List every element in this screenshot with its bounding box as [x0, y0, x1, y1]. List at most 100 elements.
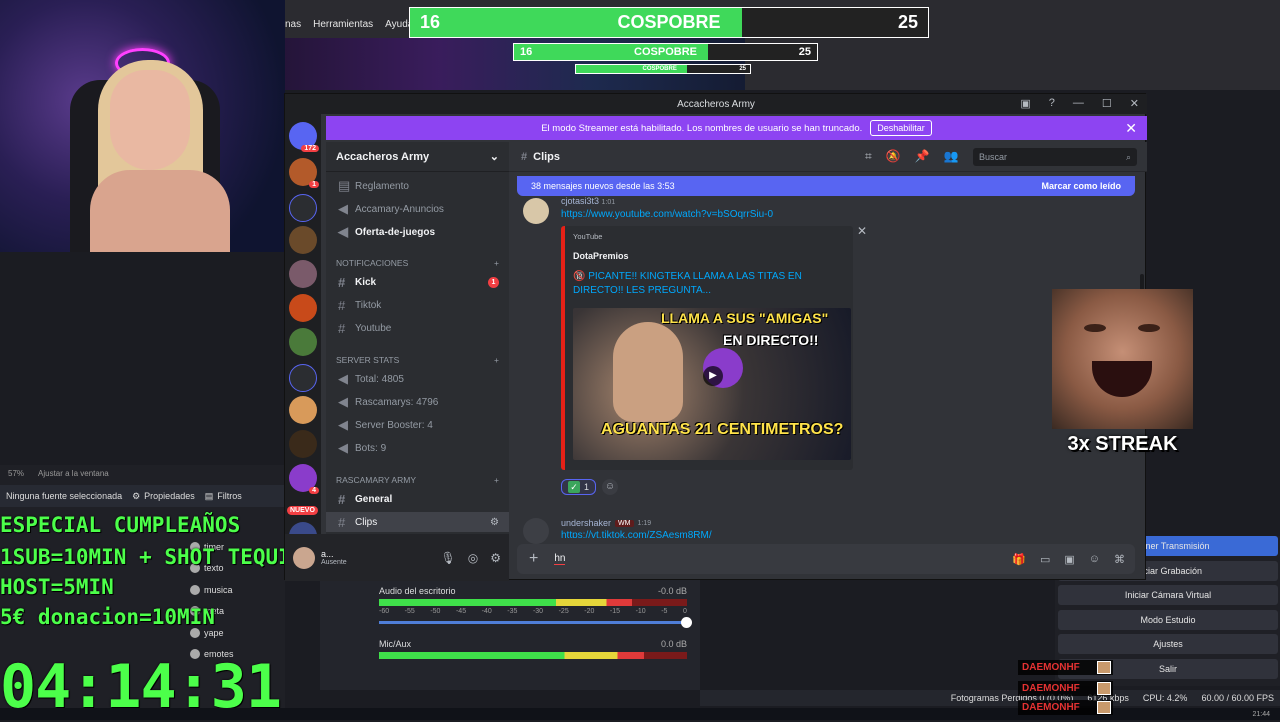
voice-stat-boosters[interactable]: ◀ Server Booster: 4 [326, 415, 509, 435]
webcam-feed [0, 0, 285, 252]
desktop-volume-slider[interactable] [379, 617, 692, 628]
cospobre-bar: 16 COSPOBRE 25 [409, 7, 929, 38]
mark-read-button[interactable]: Marcar como leído [1041, 181, 1121, 191]
streamer-mode-banner: El modo Streamer está habilitado. Los no… [326, 116, 1147, 140]
plus-icon[interactable]: + [494, 475, 499, 485]
promo-line-4: 5€ donacion=10MIN [0, 605, 215, 629]
category-rascamary-army[interactable]: RASCAMARY ARMY + [326, 472, 509, 488]
menu-item-tools[interactable]: Herramientas [313, 19, 373, 30]
avatar[interactable] [523, 198, 549, 224]
follower-alert: DAEMONHF [1018, 700, 1113, 715]
unread-badge: 4 [309, 487, 319, 494]
folder-icon[interactable] [289, 364, 317, 392]
close-icon[interactable]: ✕ [1130, 97, 1139, 110]
embed-title[interactable]: 🔞 PICANTE!! KINGTEKA LLAMA A LAS TITAS E… [573, 270, 843, 298]
server-icon[interactable] [289, 328, 317, 356]
banner-text: El modo Streamer está habilitado. Los no… [541, 122, 863, 134]
folder-icon[interactable] [289, 194, 317, 222]
bell-icon[interactable]: 🔕 [886, 149, 901, 164]
channel-anuncios[interactable]: ◀ Accamary-Anuncios [326, 199, 509, 219]
close-icon[interactable]: ✕ [857, 224, 867, 238]
add-reaction-icon[interactable]: ☺ [602, 479, 619, 495]
pin-icon[interactable]: 📌 [915, 149, 930, 164]
server-header[interactable]: Accacheros Army ⌄ [326, 142, 509, 172]
embed-author[interactable]: DotaPremios [573, 251, 629, 261]
help-icon[interactable]: ? [1049, 97, 1055, 110]
reaction-checkmark[interactable]: ✓ 1 [561, 479, 597, 495]
threads-icon[interactable]: ⌗ [865, 149, 872, 164]
sticker-icon[interactable]: ▣ [1064, 553, 1074, 566]
voice-stat-bots[interactable]: ◀ Bots: 9 [326, 438, 509, 458]
gift-icon[interactable]: 🎁 [1012, 553, 1026, 566]
server-icon[interactable] [289, 430, 317, 458]
message-link[interactable]: https://www.youtube.com/watch?v=bSOqrrSi… [561, 209, 773, 220]
upload-plus-icon[interactable]: + [529, 550, 538, 568]
menu-item[interactable]: nas [285, 19, 301, 30]
video-thumbnail[interactable]: ▶ LLAMA A SUS "AMIGAS" EN DIRECTO!! AGUA… [573, 308, 851, 460]
maximize-icon[interactable]: ☐ [1102, 97, 1112, 110]
new-messages-bar[interactable]: 38 mensajes nuevos desde las 3:53 Marcar… [517, 176, 1135, 196]
voice-stat-total[interactable]: ◀ Total: 4805 [326, 369, 509, 389]
microphone-icon[interactable]: 🎙 [441, 551, 456, 565]
play-icon[interactable]: ▶ [703, 366, 723, 386]
channel-kick[interactable]: # Kick 1 [326, 272, 509, 292]
cospobre-bar-echo-small: COSPOBRE 25 [575, 64, 751, 74]
channel-ofertas[interactable]: ◀ Oferta-de-juegos [326, 222, 509, 242]
slider-knob[interactable] [681, 617, 692, 628]
message-composer[interactable]: + hn 🎁 ▭ ▣ ☺ ⌘ [517, 544, 1135, 574]
home-icon[interactable]: 172 [289, 122, 319, 152]
properties-label: Propiedades [144, 491, 195, 501]
user-status: Ausente [321, 559, 347, 566]
voice-stat-members[interactable]: ◀ Rascamarys: 4796 [326, 392, 509, 412]
server-icon[interactable] [289, 294, 317, 322]
server-icon[interactable] [289, 226, 317, 254]
inbox-icon[interactable]: ▣ [1020, 97, 1030, 110]
message-input[interactable]: hn [554, 553, 566, 565]
avatar[interactable] [523, 518, 549, 544]
members-icon[interactable]: 👥 [944, 149, 959, 164]
streak-label: 3x STREAK [1067, 433, 1178, 455]
desktop-db: -0.0 dB [657, 586, 687, 596]
plus-icon[interactable]: + [494, 355, 499, 365]
emoji-icon[interactable]: ☺ [1089, 553, 1100, 566]
mixer-mic: Mic/Aux 0.0 dB [379, 639, 687, 659]
server-icon[interactable]: 4 [289, 464, 319, 494]
channel-general[interactable]: # General [326, 489, 509, 509]
fit-label[interactable]: Ajustar a la ventana [38, 469, 109, 478]
channel-clips[interactable]: # Clips ⚙ [326, 512, 509, 532]
server-icon[interactable]: 1 [289, 158, 319, 188]
server-icon[interactable] [289, 396, 317, 424]
close-icon[interactable]: ✕ [1125, 120, 1137, 137]
disable-button[interactable]: Deshabilitar [870, 120, 932, 136]
plus-icon[interactable]: + [494, 258, 499, 268]
search-input[interactable]: Buscar ⌕ [973, 148, 1137, 166]
gear-icon[interactable]: ⚙ [490, 551, 501, 565]
channel-reglamento[interactable]: ▤ Reglamento [326, 176, 509, 196]
server-icon[interactable] [289, 260, 317, 288]
mixer-desktop: Audio del escritorio -0.0 dB -60 -55 -50 -4… [379, 586, 692, 628]
category-notificaciones[interactable]: NOTIFICACIONES + [326, 255, 509, 271]
desktop-level [379, 599, 632, 606]
speaker-icon: ◀ [338, 417, 348, 432]
meme-mouth [1092, 361, 1152, 397]
cospobre-left: 16 [520, 46, 533, 58]
studio-mode-button[interactable]: Modo Estudio [1058, 609, 1278, 630]
desktop-meter [379, 599, 687, 606]
minimize-icon[interactable]: — [1073, 97, 1084, 110]
filters-button[interactable]: ▤ Filtros [205, 491, 242, 502]
category-server-stats[interactable]: SERVER STATS + [326, 352, 509, 368]
message-link[interactable]: https://vt.tiktok.com/ZSAesm8RM/ [561, 530, 712, 538]
list-item[interactable]: musica [190, 579, 290, 601]
avatar[interactable] [293, 546, 315, 569]
headphones-icon[interactable]: ◎ [468, 551, 478, 565]
channel-tiktok[interactable]: # Tiktok [326, 295, 509, 315]
virtual-camera-button[interactable]: Iniciar Cámara Virtual [1058, 585, 1278, 605]
properties-button[interactable]: ⚙ Propiedades [132, 491, 195, 502]
channel-youtube[interactable]: # Youtube [326, 318, 509, 338]
gif-icon[interactable]: ▭ [1040, 553, 1050, 566]
settings-icon[interactable]: ⚙ [490, 517, 499, 528]
scale-value[interactable]: 57% [8, 469, 24, 478]
hash-icon: # [338, 297, 346, 313]
apps-icon[interactable]: ⌘ [1114, 553, 1125, 566]
settings-button[interactable]: Ajustes [1058, 634, 1278, 654]
